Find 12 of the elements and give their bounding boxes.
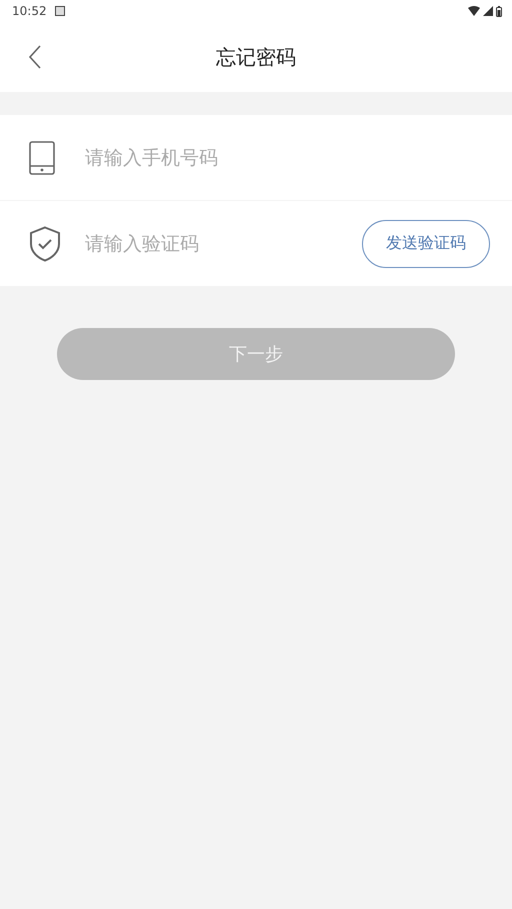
- shield-check-icon: [29, 226, 61, 262]
- page-title: 忘记密码: [216, 44, 296, 70]
- notification-icon: [54, 6, 65, 16]
- phone-icon: [29, 140, 55, 174]
- input-field[interactable]: 请输入验证码: [85, 232, 362, 254]
- battery-icon: [496, 6, 502, 16]
- input-field[interactable]: 请输入手机号码: [85, 146, 490, 168]
- signal-icon: [483, 6, 493, 16]
- status-time: 10:52: [12, 4, 47, 18]
- wifi-icon: [468, 6, 480, 16]
- send-code-button[interactable]: 发送验证码: [362, 220, 490, 268]
- back-icon[interactable]: [28, 45, 42, 69]
